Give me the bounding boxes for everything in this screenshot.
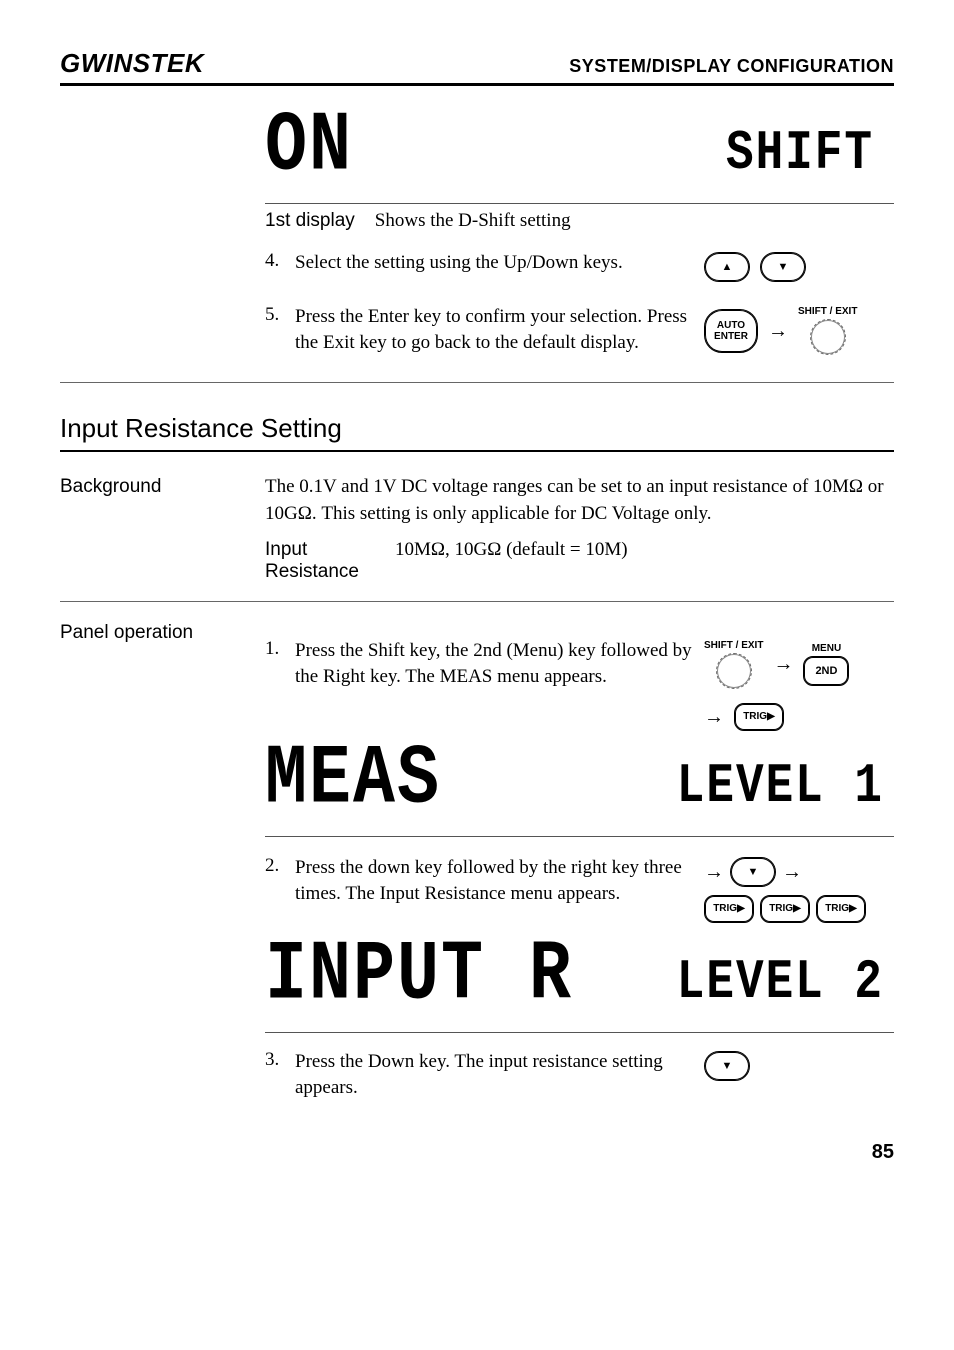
background-text: The 0.1V and 1V DC voltage ranges can be… [265,474,894,526]
trig-right-key-icon: TRIG▶ [760,895,810,923]
up-key-icon: ▲ [704,252,750,282]
menu-label: MENU [812,643,841,654]
step-number: 5. [265,304,283,326]
segment-display-secondary: SHIFT [726,123,874,185]
input-resistance-value: 10MΩ, 10GΩ (default = 10M) [395,539,628,583]
step-number: 4. [265,250,283,272]
segment-display-secondary: LEVEL 2 [677,951,884,1013]
segment-display-primary: INPUT R [265,929,573,1024]
down-key-icon: ▼ [730,857,776,887]
display-caption-label: 1st display [265,210,355,232]
arrow-right-icon: → [782,862,802,882]
shift-exit-label: SHIFT / EXIT [798,306,857,317]
segment-display-primary: ON [265,100,353,195]
step-number: 3. [265,1049,283,1071]
segment-display-primary: MEAS [265,733,441,828]
panel-operation-label: Panel operation [60,620,245,1101]
section-heading: Input Resistance Setting [60,413,894,452]
auto-enter-key-icon: AUTO ENTER [704,309,758,353]
step-text: Press the down key followed by the right… [295,855,692,907]
arrow-right-icon: → [773,654,793,674]
trig-right-key-icon: TRIG▶ [734,703,784,731]
down-key-icon: ▼ [704,1051,750,1081]
step-text: Select the setting using the Up/Down key… [295,250,692,276]
step-text: Press the Shift key, the 2nd (Menu) key … [295,638,692,690]
background-label: Background [60,474,245,582]
trig-right-key-icon: TRIG▶ [704,895,754,923]
trig-right-key-icon: TRIG▶ [816,895,866,923]
page-number: 85 [60,1141,894,1164]
shift-exit-key-icon [810,319,846,355]
step-text: Press the Down key. The input resistance… [295,1049,692,1101]
arrow-right-icon: → [768,321,788,341]
page-section-title: SYSTEM/DISPLAY CONFIGURATION [569,56,894,77]
shift-exit-key-icon [716,653,752,689]
second-key-icon: 2ND [803,656,849,686]
down-key-icon: ▼ [760,252,806,282]
segment-display-secondary: LEVEL 1 [677,755,884,817]
step-number: 1. [265,638,283,660]
brand-logo: GWINSTEK [60,48,204,79]
shift-exit-label: SHIFT / EXIT [704,640,763,651]
display-caption-text: Shows the D-Shift setting [375,210,571,232]
arrow-right-icon: → [704,862,724,882]
arrow-right-icon: → [704,707,724,727]
input-resistance-label: Input Resistance [265,539,365,583]
step-text: Press the Enter key to confirm your sele… [295,304,692,356]
step-number: 2. [265,855,283,877]
